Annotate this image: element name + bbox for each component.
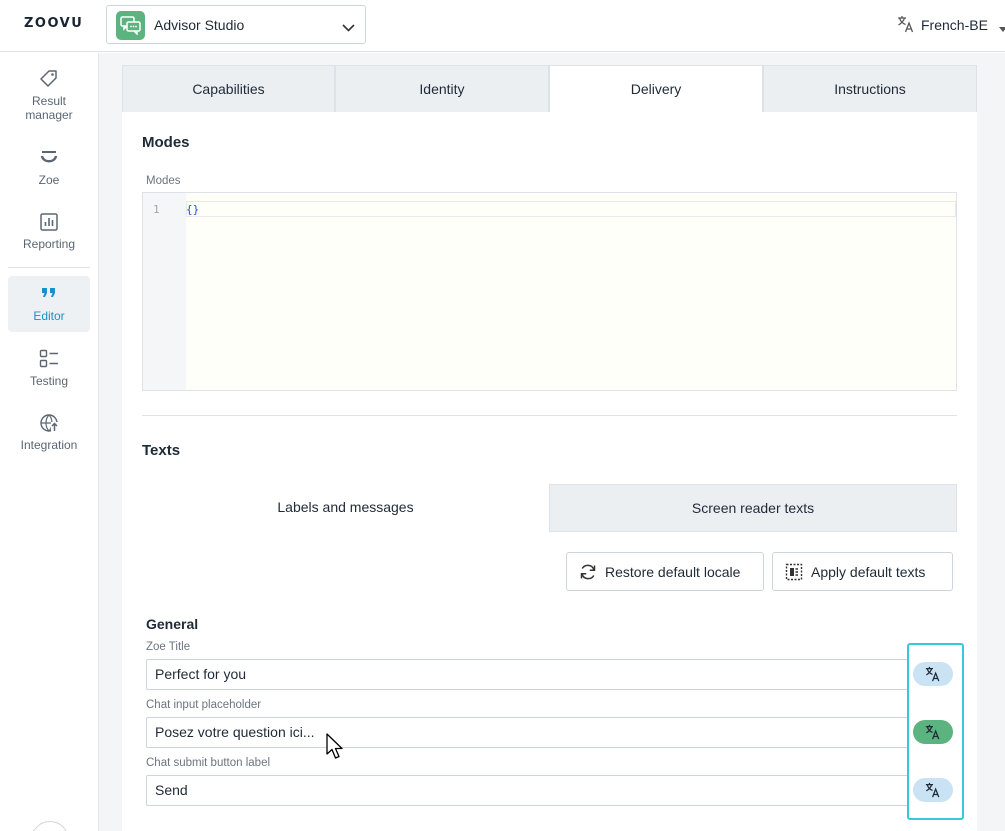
section-divider [142, 415, 957, 416]
quote-icon [39, 286, 59, 306]
sidebar-item-reporting[interactable]: Reporting [8, 212, 90, 268]
language-label: French-BE [921, 17, 988, 33]
app-selector-label: Advisor Studio [154, 17, 245, 33]
app-selector[interactable]: Advisor Studio [106, 5, 366, 44]
chevron-down-icon [342, 19, 355, 37]
tab-identity[interactable]: Identity [335, 65, 549, 113]
sidebar-item-label: Editor [33, 309, 65, 323]
sidebar-item-label: Testing [29, 374, 69, 388]
translate-icon [925, 782, 940, 798]
apply-default-texts-button[interactable]: Apply default texts [772, 552, 953, 591]
chat-submit-label-input[interactable]: Send [146, 775, 916, 806]
chat-input-placeholder-label: Chat input placeholder [146, 699, 262, 711]
modes-code-editor[interactable]: 1 {} [142, 192, 957, 391]
translate-button-zoe-title[interactable] [913, 662, 953, 686]
active-line-highlight [186, 201, 956, 217]
zoe-icon [39, 148, 59, 168]
sidebar-item-label: Reporting [22, 237, 76, 251]
tab-delivery[interactable]: Delivery [549, 65, 763, 113]
mouse-cursor-icon [326, 733, 346, 766]
refresh-icon [579, 563, 597, 584]
apply-button-label: Apply default texts [811, 564, 926, 580]
line-number: 1 [153, 203, 160, 216]
modes-title: Modes [142, 134, 190, 151]
code-gutter: 1 [143, 193, 186, 390]
bar-chart-icon [39, 212, 59, 232]
sidebar-item-editor[interactable]: Editor [8, 276, 90, 332]
sidebar-item-label: Zoe [38, 173, 60, 187]
section-tabs: Capabilities Identity Delivery Instructi… [122, 65, 977, 113]
tab-labels-and-messages[interactable]: Labels and messages [142, 484, 549, 532]
tab-instructions[interactable]: Instructions [763, 65, 977, 113]
translate-button-chat-input-placeholder[interactable] [913, 720, 953, 744]
avatar[interactable] [31, 821, 69, 831]
translate-icon [925, 724, 940, 740]
sidebar-item-result-manager[interactable]: Result manager [8, 69, 90, 125]
sidebar: Result manager Zoe Reporting Editor Test… [0, 53, 99, 831]
chat-submit-label-label: Chat submit button label [146, 757, 271, 769]
tab-screen-reader-texts[interactable]: Screen reader texts [549, 484, 957, 532]
subtab-underline [549, 531, 957, 532]
general-group-title: General [146, 616, 199, 632]
chat-input-placeholder-input[interactable]: Posez votre question ici... [146, 717, 916, 748]
restore-button-label: Restore default locale [605, 564, 741, 580]
tab-capabilities[interactable]: Capabilities [122, 65, 335, 113]
translate-icon [897, 15, 915, 38]
tag-icon [39, 69, 59, 89]
sidebar-divider [8, 267, 90, 268]
chat-bubbles-icon [116, 11, 145, 40]
modes-field-label: Modes [146, 175, 181, 187]
sidebar-item-label: Integration [20, 438, 78, 452]
sidebar-item-integration[interactable]: Integration [8, 413, 90, 469]
zoe-title-input[interactable]: Perfect for you [146, 659, 916, 690]
delivery-panel: Modes Modes 1 {} Texts Labels and messag… [122, 112, 977, 831]
zoe-title-label: Zoe Title [146, 641, 191, 653]
sidebar-item-label: Result [31, 94, 66, 108]
code-content[interactable]: {} [186, 203, 199, 216]
translate-buttons-highlight [907, 643, 964, 820]
globe-upload-icon [39, 413, 59, 433]
sidebar-item-label: manager [25, 108, 73, 122]
texts-title: Texts [142, 442, 181, 459]
sidebar-item-testing[interactable]: Testing [8, 349, 90, 405]
top-bar: ZOOVU Advisor Studio French-BE [0, 0, 1005, 52]
restore-default-locale-button[interactable]: Restore default locale [566, 552, 764, 591]
translate-button-chat-submit-label[interactable] [913, 778, 953, 802]
checklist-icon [39, 349, 59, 369]
zoovu-logo[interactable]: ZOOVU [24, 16, 83, 31]
texts-subtabs: Labels and messages Screen reader texts [142, 484, 957, 532]
apply-texts-icon [785, 563, 803, 584]
sidebar-item-zoe[interactable]: Zoe [8, 148, 90, 204]
translate-icon [925, 666, 940, 682]
main-content: Capabilities Identity Delivery Instructi… [99, 53, 1005, 831]
chevron-down-icon [999, 20, 1005, 38]
